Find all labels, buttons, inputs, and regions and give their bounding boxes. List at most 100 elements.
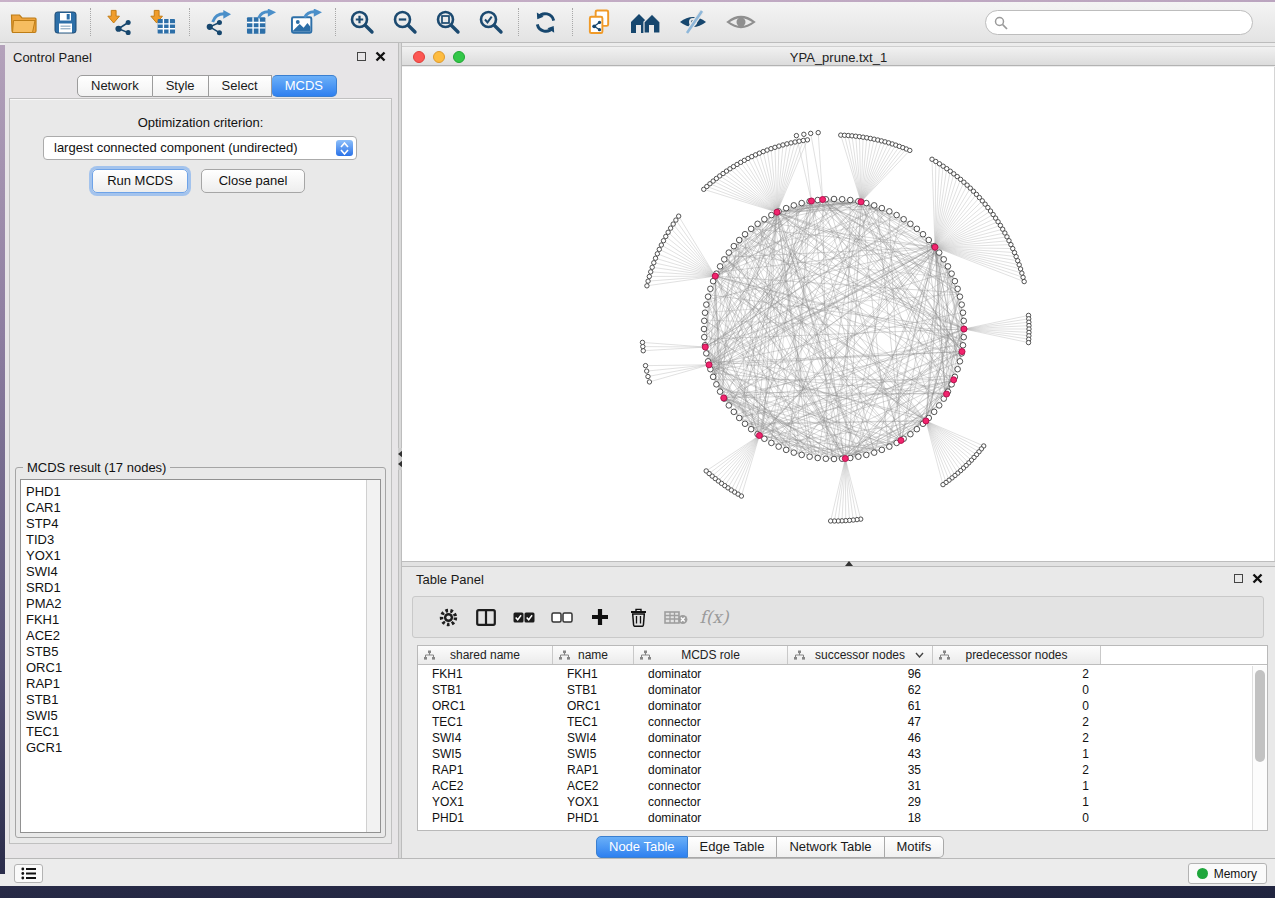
float-panel-icon[interactable] bbox=[357, 52, 366, 61]
cell-shared-name[interactable]: RAP1 bbox=[418, 762, 553, 778]
save-session-button[interactable] bbox=[47, 5, 84, 39]
cell-predecessor-nodes[interactable]: 0 bbox=[933, 698, 1101, 714]
mcds-result-item[interactable]: TID3 bbox=[26, 532, 380, 548]
cell-successor-nodes[interactable]: 18 bbox=[788, 810, 933, 826]
cell-predecessor-nodes[interactable]: 2 bbox=[933, 666, 1101, 682]
network-node[interactable] bbox=[701, 334, 707, 340]
cell-shared-name[interactable]: FKH1 bbox=[418, 666, 553, 682]
network-hub-node[interactable] bbox=[706, 362, 712, 368]
cell-predecessor-nodes[interactable]: 2 bbox=[933, 714, 1101, 730]
mcds-result-item[interactable]: SWI4 bbox=[26, 564, 380, 580]
select-all-button[interactable] bbox=[505, 599, 543, 635]
float-table-panel-icon[interactable] bbox=[1234, 574, 1243, 583]
network-node[interactable] bbox=[807, 454, 813, 460]
network-node[interactable] bbox=[936, 250, 942, 256]
network-node[interactable] bbox=[791, 203, 797, 209]
network-node[interactable] bbox=[799, 200, 805, 206]
network-leaf-node[interactable] bbox=[1020, 271, 1024, 275]
network-leaf-node[interactable] bbox=[1026, 340, 1030, 344]
network-node[interactable] bbox=[879, 447, 885, 453]
network-leaf-node[interactable] bbox=[647, 380, 651, 384]
cell-shared-name[interactable]: PHD1 bbox=[418, 810, 553, 826]
network-leaf-node[interactable] bbox=[641, 349, 645, 353]
cell-shared-name[interactable]: TEC1 bbox=[418, 714, 553, 730]
tab-mcds[interactable]: MCDS bbox=[272, 75, 337, 97]
tab-node-table[interactable]: Node Table bbox=[596, 836, 688, 858]
zoom-in-button[interactable] bbox=[342, 5, 383, 39]
network-leaf-node[interactable] bbox=[828, 519, 832, 523]
search-input[interactable] bbox=[985, 10, 1253, 35]
table-row[interactable]: SWI5SWI5connector431 bbox=[418, 746, 1252, 762]
network-hub-node[interactable] bbox=[756, 432, 762, 438]
network-node[interactable] bbox=[941, 257, 947, 263]
network-node[interactable] bbox=[955, 286, 961, 292]
network-node[interactable] bbox=[887, 209, 893, 215]
network-node[interactable] bbox=[871, 450, 877, 456]
cell-successor-nodes[interactable]: 46 bbox=[788, 730, 933, 746]
network-hub-node[interactable] bbox=[858, 199, 864, 205]
table-scrollbar-thumb[interactable] bbox=[1255, 670, 1265, 762]
cell-name[interactable]: TEC1 bbox=[553, 714, 634, 730]
cell-successor-nodes[interactable]: 29 bbox=[788, 794, 933, 810]
network-node[interactable] bbox=[748, 426, 754, 432]
network-leaf-node[interactable] bbox=[648, 270, 652, 274]
column-header-MCDS-role[interactable]: MCDS role bbox=[634, 646, 788, 664]
table-row[interactable]: YOX1YOX1connector291 bbox=[418, 794, 1252, 810]
cell-predecessor-nodes[interactable]: 1 bbox=[933, 746, 1101, 762]
table-row[interactable]: TEC1TEC1connector472 bbox=[418, 714, 1252, 730]
network-node[interactable] bbox=[871, 203, 877, 209]
column-header-shared-name[interactable]: shared name bbox=[418, 646, 553, 664]
network-leaf-node[interactable] bbox=[1021, 275, 1025, 279]
minimize-window-icon[interactable] bbox=[433, 51, 445, 63]
network-leaf-node[interactable] bbox=[655, 252, 659, 256]
network-node[interactable] bbox=[847, 197, 853, 203]
cell-successor-nodes[interactable]: 62 bbox=[788, 682, 933, 698]
task-history-button[interactable] bbox=[14, 864, 43, 883]
table-scrollbar[interactable] bbox=[1252, 666, 1267, 830]
network-node[interactable] bbox=[960, 310, 966, 316]
cell-predecessor-nodes[interactable]: 2 bbox=[933, 730, 1101, 746]
network-node[interactable] bbox=[894, 212, 900, 218]
network-node[interactable] bbox=[908, 221, 914, 227]
network-node[interactable] bbox=[864, 452, 870, 458]
network-node[interactable] bbox=[705, 294, 711, 300]
network-node[interactable] bbox=[721, 257, 727, 263]
network-node[interactable] bbox=[714, 382, 720, 388]
network-leaf-node[interactable] bbox=[643, 363, 647, 367]
network-hub-node[interactable] bbox=[721, 395, 727, 401]
network-hub-node[interactable] bbox=[712, 273, 718, 279]
mcds-result-item[interactable]: RAP1 bbox=[26, 676, 380, 692]
network-node[interactable] bbox=[831, 456, 837, 462]
network-node[interactable] bbox=[736, 415, 742, 421]
network-leaf-node[interactable] bbox=[794, 133, 798, 137]
network-node[interactable] bbox=[701, 318, 707, 324]
network-leaf-node[interactable] bbox=[652, 261, 656, 265]
cell-successor-nodes[interactable]: 31 bbox=[788, 778, 933, 794]
zoom-selected-button[interactable] bbox=[471, 5, 512, 39]
network-leaf-node[interactable] bbox=[646, 279, 650, 283]
network-node[interactable] bbox=[815, 455, 821, 461]
tab-style[interactable]: Style bbox=[153, 75, 209, 97]
network-node[interactable] bbox=[920, 231, 926, 237]
network-leaf-node[interactable] bbox=[641, 344, 645, 348]
column-header-name[interactable]: name bbox=[553, 646, 634, 664]
cell-predecessor-nodes[interactable]: 0 bbox=[933, 810, 1101, 826]
network-node[interactable] bbox=[731, 409, 737, 415]
cell-name[interactable]: STB1 bbox=[553, 682, 634, 698]
network-node[interactable] bbox=[776, 444, 782, 450]
network-node[interactable] bbox=[726, 250, 732, 256]
cell-shared-name[interactable]: ACE2 bbox=[418, 778, 553, 794]
cell-predecessor-nodes[interactable]: 1 bbox=[933, 778, 1101, 794]
cell-name[interactable]: FKH1 bbox=[553, 666, 634, 682]
network-leaf-node[interactable] bbox=[646, 374, 650, 378]
network-hub-node[interactable] bbox=[702, 344, 708, 350]
network-node[interactable] bbox=[704, 302, 710, 308]
delete-column-button[interactable] bbox=[657, 599, 695, 635]
network-view-titlebar[interactable]: YPA_prune.txt_1 bbox=[402, 46, 1275, 66]
mcds-result-item[interactable]: STB1 bbox=[26, 692, 380, 708]
cell-shared-name[interactable]: ORC1 bbox=[418, 698, 553, 714]
network-leaf-node[interactable] bbox=[666, 230, 670, 234]
mcds-result-item[interactable]: ACE2 bbox=[26, 628, 380, 644]
mcds-result-item[interactable]: CAR1 bbox=[26, 500, 380, 516]
cell-name[interactable]: SWI5 bbox=[553, 746, 634, 762]
